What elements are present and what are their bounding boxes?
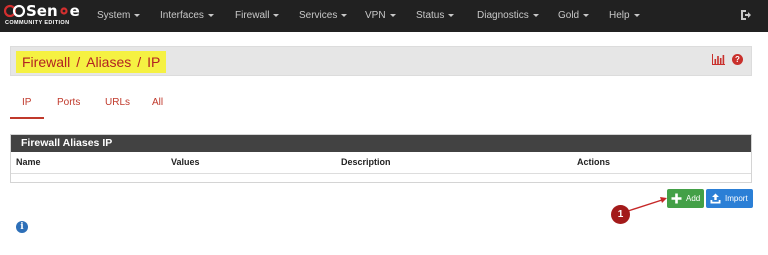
add-button-label: Add xyxy=(686,194,701,203)
tab-ports[interactable]: Ports xyxy=(57,97,80,108)
breadcrumb: Firewall / Aliases / IP xyxy=(16,51,167,73)
column-header-name: Name xyxy=(16,157,41,167)
active-tab-indicator xyxy=(10,117,44,119)
annotation-badge: 1 xyxy=(611,205,630,224)
menu-interfaces[interactable]: Interfaces xyxy=(160,0,214,32)
logo-text-part1: Sen xyxy=(26,2,58,20)
plus-icon xyxy=(671,193,682,204)
top-navbar: Sen e COMMUNITY EDITION System Interface… xyxy=(0,0,768,32)
caret-down-icon xyxy=(273,13,280,17)
breadcrumb-actions: ? xyxy=(712,54,743,65)
breadcrumb-ip[interactable]: IP xyxy=(147,54,160,70)
column-header-description: Description xyxy=(341,157,391,167)
logout-icon[interactable] xyxy=(740,9,752,21)
logo-wordmark: Sen e xyxy=(4,3,80,19)
upload-icon xyxy=(710,193,721,204)
menu-system[interactable]: System xyxy=(97,0,141,32)
aliases-panel: Firewall Aliases IP Name Values Descript… xyxy=(10,134,752,183)
menu-diagnostics[interactable]: Diagnostics xyxy=(477,0,539,32)
menu-firewall[interactable]: Firewall xyxy=(235,0,280,32)
logo-edition: COMMUNITY EDITION xyxy=(5,20,70,26)
menu-vpn[interactable]: VPN xyxy=(365,0,396,32)
menu-firewall-label: Firewall xyxy=(235,10,270,21)
menu-gold-label: Gold xyxy=(558,10,580,21)
menu-help-label: Help xyxy=(609,10,630,21)
annotation-arrow xyxy=(627,197,667,212)
bar-chart-icon[interactable] xyxy=(712,54,725,65)
logo-mark-icon xyxy=(4,4,26,18)
tab-ip[interactable]: IP xyxy=(22,97,31,108)
caret-down-icon xyxy=(134,13,141,17)
add-button[interactable]: Add xyxy=(667,189,704,208)
breadcrumb-aliases[interactable]: Aliases xyxy=(86,54,131,70)
breadcrumb-firewall[interactable]: Firewall xyxy=(22,54,70,70)
logo-text-part2: e xyxy=(69,2,80,20)
caret-down-icon xyxy=(448,13,455,17)
tab-all[interactable]: All xyxy=(152,97,163,108)
menu-status[interactable]: Status xyxy=(416,0,455,32)
panel-title: Firewall Aliases IP xyxy=(11,135,751,152)
menu-services-label: Services xyxy=(299,10,338,21)
menu-diagnostics-label: Diagnostics xyxy=(477,10,529,21)
tab-urls[interactable]: URLs xyxy=(105,97,130,108)
breadcrumb-separator: / xyxy=(76,54,81,70)
table-divider xyxy=(11,173,751,174)
logo-gear-icon xyxy=(60,7,68,15)
info-icon[interactable]: i xyxy=(16,221,28,233)
pfsense-logo[interactable]: Sen e COMMUNITY EDITION xyxy=(4,3,80,29)
column-header-values: Values xyxy=(171,157,200,167)
menu-help[interactable]: Help xyxy=(609,0,640,32)
menu-vpn-label: VPN xyxy=(365,10,386,21)
caret-down-icon xyxy=(341,13,348,17)
help-question-icon[interactable]: ? xyxy=(732,54,743,65)
menu-system-label: System xyxy=(97,10,131,21)
caret-down-icon xyxy=(532,13,539,17)
caret-down-icon xyxy=(583,13,590,17)
column-header-actions: Actions xyxy=(577,157,611,167)
caret-down-icon xyxy=(207,13,214,17)
import-button[interactable]: Import xyxy=(706,189,753,208)
menu-interfaces-label: Interfaces xyxy=(160,10,204,21)
menu-gold[interactable]: Gold xyxy=(558,0,590,32)
menu-status-label: Status xyxy=(416,10,445,21)
menu-services[interactable]: Services xyxy=(299,0,348,32)
breadcrumb-bar: Firewall / Aliases / IP ? xyxy=(10,46,752,76)
caret-down-icon xyxy=(389,13,396,17)
breadcrumb-separator: / xyxy=(137,54,142,70)
import-button-label: Import xyxy=(725,194,748,203)
caret-down-icon xyxy=(633,13,640,17)
